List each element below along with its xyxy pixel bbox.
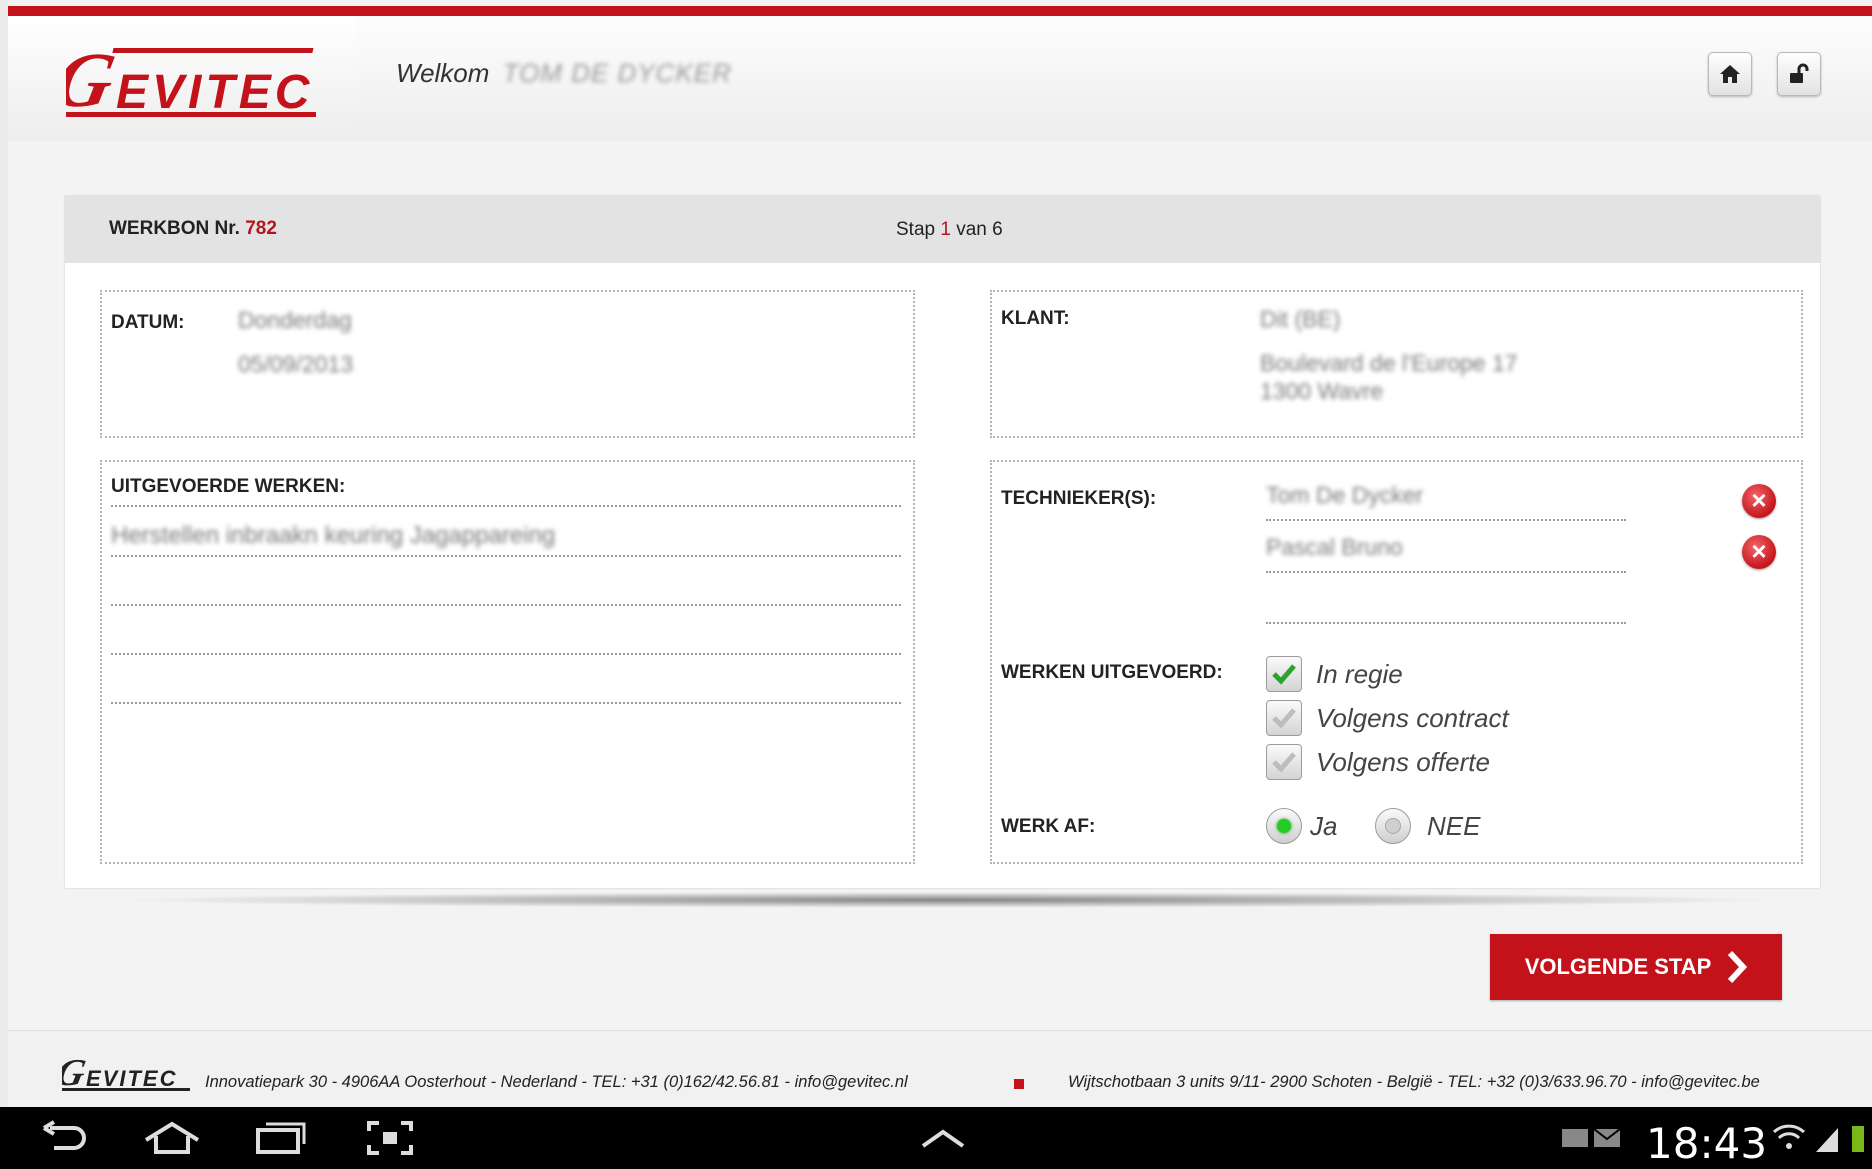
werkbon-card: WERKBON Nr. 782 Stap 1 van 6 DATUM: Dond… — [65, 196, 1820, 888]
back-icon — [42, 1120, 86, 1150]
klant-label: KLANT: — [1001, 308, 1070, 329]
step-current: 1 — [940, 219, 951, 240]
logo-tab: G EVITEC — [8, 16, 358, 136]
werken-uitgevoerd-label: WERKEN UITGEVOERD: — [1001, 662, 1223, 683]
svg-text:EVITEC: EVITEC — [86, 1066, 177, 1091]
technieker-name-2[interactable]: Pascal Bruno — [1266, 534, 1403, 561]
technieker-field-line — [1266, 519, 1626, 521]
home-outline-icon — [144, 1121, 200, 1154]
datum-date: 05/09/2013 — [238, 351, 354, 377]
checkmark-icon — [1272, 664, 1296, 685]
werken-label: UITGEVOERDE WERKEN: — [111, 476, 346, 497]
welcome-label: Welkom — [396, 58, 490, 88]
werkbon-prefix: WERKBON Nr. — [109, 218, 240, 239]
system-navigation-bar: 18:43 — [0, 1107, 1872, 1169]
welcome-text: Welkom TOM DE DYCKER — [396, 58, 732, 89]
home-nav-button[interactable] — [140, 1117, 204, 1159]
werkbon-title: WERKBON Nr. 782 — [109, 218, 277, 240]
option-in-regie-label: In regie — [1316, 659, 1403, 689]
gevitec-logo: G EVITEC — [66, 36, 331, 132]
klant-address-line2: 1300 Wavre — [1260, 378, 1384, 404]
technieker-field-line — [1266, 571, 1626, 573]
werken-line[interactable] — [111, 702, 901, 704]
werken-line-top — [111, 505, 901, 507]
technieker-name-1[interactable]: Tom De Dycker — [1266, 482, 1423, 509]
svg-text:EVITEC: EVITEC — [116, 66, 313, 119]
footer-address-be: Wijtschotbaan 3 units 9/11- 2900 Schoten… — [1068, 1073, 1760, 1091]
gallery-mail-icon — [1562, 1128, 1621, 1147]
screenshot-icon — [367, 1121, 413, 1155]
werken-line[interactable] — [111, 604, 901, 606]
close-icon: × — [1751, 536, 1767, 566]
radio-nee-label: NEE — [1427, 811, 1481, 841]
radio-werk-af-nee[interactable] — [1375, 808, 1411, 844]
datum-box: DATUM: Donderdag 05/09/2013 — [100, 290, 915, 438]
recent-apps-icon — [256, 1122, 306, 1154]
chevron-right-icon — [1728, 950, 1748, 984]
app-window: G EVITEC Welkom TOM DE DYCKER WERKBON Nr… — [8, 0, 1872, 1107]
radio-ja-label: Ja — [1310, 811, 1338, 841]
back-button[interactable] — [36, 1117, 92, 1159]
checkmark-icon — [1272, 752, 1296, 773]
top-accent-bar — [8, 6, 1872, 16]
next-step-button[interactable]: VOLGENDE STAP — [1490, 934, 1782, 1000]
radio-selected-dot — [1277, 819, 1291, 833]
werk-af-label: WERK AF: — [1001, 816, 1096, 837]
footer: G EVITEC Innovatiepark 30 - 4906AA Ooste… — [8, 1030, 1872, 1107]
datum-label: DATUM: — [111, 312, 185, 333]
recent-apps-button[interactable] — [252, 1117, 308, 1159]
home-icon — [1720, 65, 1740, 83]
status-icons — [1770, 1117, 1870, 1159]
card-header: WERKBON Nr. 782 Stap 1 van 6 — [65, 196, 1820, 263]
klant-name: Dit (BE) — [1260, 306, 1341, 332]
technieker-box: TECHNIEKER(S): Tom De Dycker × Pascal Br… — [990, 460, 1803, 864]
home-button[interactable] — [1708, 52, 1752, 96]
footer-logo: G EVITEC — [53, 1051, 202, 1094]
logout-button[interactable] — [1777, 52, 1821, 96]
remove-technieker-1-button[interactable]: × — [1742, 484, 1776, 518]
werken-line[interactable] — [111, 555, 901, 557]
werken-line[interactable] — [111, 653, 901, 655]
remove-technieker-2-button[interactable]: × — [1742, 535, 1776, 569]
werken-line1-text[interactable]: Herstellen inbraakn keuring Jagappareing — [111, 522, 555, 550]
user-name: TOM DE DYCKER — [502, 58, 732, 88]
checkbox-in-regie[interactable] — [1266, 656, 1302, 692]
header: G EVITEC Welkom TOM DE DYCKER — [8, 16, 1872, 141]
checkbox-volgens-contract[interactable] — [1266, 700, 1302, 736]
step-indicator: Stap 1 van 6 — [896, 219, 1003, 241]
system-clock: 18:43 — [1646, 1119, 1768, 1168]
step-total: 6 — [992, 219, 1003, 240]
technieker-empty-field[interactable] — [1266, 622, 1626, 624]
radio-werk-af-ja[interactable] — [1266, 808, 1302, 844]
wifi-signal-battery-icon — [1772, 1124, 1864, 1152]
screenshot-button[interactable] — [360, 1117, 420, 1159]
chevron-up-icon — [921, 1129, 965, 1148]
checkbox-volgens-offerte[interactable] — [1266, 744, 1302, 780]
werken-box: UITGEVOERDE WERKEN: Herstellen inbraakn … — [100, 460, 915, 864]
step-sep: van — [956, 219, 987, 240]
card-shadow — [113, 892, 1783, 908]
radio-unselected-dot — [1385, 818, 1401, 834]
notification-icons — [1560, 1117, 1624, 1159]
unlock-icon — [1790, 63, 1809, 83]
option-volgens-offerte-label: Volgens offerte — [1316, 747, 1490, 777]
technieker-label: TECHNIEKER(S): — [1001, 488, 1157, 509]
checkmark-icon — [1272, 708, 1296, 729]
footer-separator — [1014, 1079, 1024, 1089]
datum-day: Donderdag — [238, 307, 352, 333]
next-step-label: VOLGENDE STAP — [1524, 954, 1712, 979]
footer-address-nl: Innovatiepark 30 - 4906AA Oosterhout - N… — [205, 1073, 908, 1091]
klant-box: KLANT: Dit (BE) Boulevard de l'Europe 17… — [990, 290, 1803, 438]
werkbon-number: 782 — [245, 218, 277, 239]
expand-up-button[interactable] — [916, 1117, 970, 1159]
close-icon: × — [1751, 485, 1767, 515]
klant-address-line1: Boulevard de l'Europe 17 — [1260, 350, 1518, 376]
step-prefix: Stap — [896, 219, 936, 240]
option-volgens-contract-label: Volgens contract — [1316, 703, 1509, 733]
